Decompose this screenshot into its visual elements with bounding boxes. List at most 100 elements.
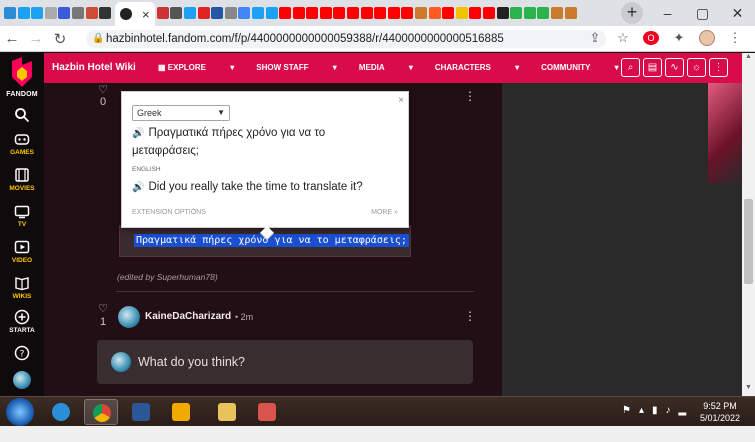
- tab-favicon-icon[interactable]: [537, 7, 550, 19]
- close-window-icon[interactable]: ✕: [720, 0, 755, 26]
- browser-menu-icon[interactable]: ⋮: [727, 30, 743, 46]
- tab-favicon-icon[interactable]: [71, 7, 84, 19]
- tab-favicon-icon[interactable]: [99, 7, 112, 19]
- tab-favicon-icon[interactable]: [347, 7, 360, 19]
- tab-favicon-icon[interactable]: [483, 7, 495, 19]
- tab-favicon-icon[interactable]: [17, 7, 30, 19]
- rail-item-video[interactable]: VIDEO: [0, 239, 44, 264]
- rail-search[interactable]: [0, 107, 44, 123]
- taskbar-paint[interactable]: [250, 399, 284, 425]
- notification-icon[interactable]: ▮: [652, 405, 658, 416]
- tab-favicon-icon[interactable]: [523, 7, 536, 19]
- taskbar-chrome[interactable]: [84, 399, 118, 425]
- rail-item-movies[interactable]: MOVIES: [0, 167, 44, 192]
- reply-more-options-icon[interactable]: ⋮: [464, 309, 476, 323]
- tab-favicon-icon[interactable]: [251, 7, 264, 19]
- theme-toggle-icon[interactable]: ☼: [687, 58, 706, 77]
- share-icon[interactable]: ⇪: [587, 30, 603, 46]
- url-field[interactable]: 🔒 hazbinhotel.fandom.com/f/p/44000000000…: [86, 30, 606, 48]
- nav-community[interactable]: COMMUNITY ▾: [541, 63, 619, 72]
- volume-icon[interactable]: ♪: [666, 405, 671, 416]
- taskbar-media-player[interactable]: [164, 399, 198, 425]
- extension-options-link[interactable]: EXTENSION OPTIONS: [132, 209, 206, 216]
- profile-avatar[interactable]: [699, 30, 715, 46]
- popup-close-icon[interactable]: ×: [398, 95, 404, 106]
- tab-favicon-icon[interactable]: [31, 7, 44, 19]
- wiki-search-icon[interactable]: ⌕: [621, 58, 640, 77]
- new-tab-button[interactable]: +: [621, 2, 643, 24]
- forward-icon[interactable]: →: [24, 30, 48, 47]
- tab-favicon-icon[interactable]: [85, 7, 98, 19]
- rail-item-start-a-wiki[interactable]: STARTA: [0, 309, 44, 334]
- tab-favicon-icon[interactable]: [387, 7, 400, 19]
- tab-favicon-icon[interactable]: [170, 7, 183, 19]
- taskbar-explorer[interactable]: [210, 399, 244, 425]
- network-icon[interactable]: ▂: [679, 405, 687, 416]
- tab-favicon-icon[interactable]: [306, 7, 319, 19]
- show-hidden-icons-icon[interactable]: ▴: [639, 405, 644, 416]
- tab-favicon-icon[interactable]: [442, 7, 455, 19]
- speaker-icon[interactable]: 🔊: [132, 128, 144, 139]
- tab-favicon-icon[interactable]: [469, 7, 482, 19]
- scroll-down-icon[interactable]: ▼: [742, 384, 755, 396]
- more-link[interactable]: MORE »: [371, 209, 398, 216]
- back-icon[interactable]: ←: [0, 30, 24, 47]
- reply-author-avatar[interactable]: [118, 306, 140, 328]
- tab-favicon-icon[interactable]: [510, 7, 523, 19]
- tab-favicon-icon[interactable]: [224, 7, 237, 19]
- tab-favicon-icon[interactable]: [401, 7, 414, 19]
- target-language-select[interactable]: Greek ▼: [132, 105, 230, 121]
- tab-favicon-icon[interactable]: [564, 7, 577, 19]
- tab-favicon-icon[interactable]: [183, 7, 196, 19]
- tab-favicon-icon[interactable]: [197, 7, 210, 19]
- reload-icon[interactable]: ↻: [48, 30, 72, 48]
- rail-item-games[interactable]: GAMES: [0, 131, 44, 156]
- rail-user-avatar[interactable]: [0, 371, 44, 389]
- tab-favicon-icon[interactable]: [550, 7, 563, 19]
- flag-icon[interactable]: ⚑: [622, 405, 631, 416]
- tab-favicon-icon[interactable]: [279, 7, 292, 19]
- tab-favicon-icon[interactable]: [211, 7, 224, 19]
- tab-favicon-icon[interactable]: [319, 7, 332, 19]
- tab-favicon-icon[interactable]: [374, 7, 387, 19]
- start-button[interactable]: [6, 398, 34, 426]
- reply-author-name[interactable]: KaineDaCharizard: [145, 311, 231, 322]
- post-more-options-icon[interactable]: ⋮: [464, 89, 476, 103]
- taskbar-word[interactable]: [124, 399, 158, 425]
- scroll-up-icon[interactable]: ▲: [742, 53, 755, 65]
- extensions-puzzle-icon[interactable]: ✦: [671, 30, 687, 46]
- reply-compose-box[interactable]: What do you think?: [97, 340, 473, 384]
- nav-characters[interactable]: CHARACTERS ▾: [435, 63, 519, 72]
- nav-show-staff[interactable]: SHOW STAFF ▾: [256, 63, 337, 72]
- tab-favicon-icon[interactable]: [44, 7, 57, 19]
- rail-item-tv[interactable]: TV: [0, 203, 44, 228]
- rail-help[interactable]: ?: [0, 345, 44, 361]
- tab-favicon-icon[interactable]: [360, 7, 373, 19]
- wiki-activity-icon[interactable]: ∿: [665, 58, 684, 77]
- tab-favicon-icon[interactable]: [333, 7, 346, 19]
- maximize-icon[interactable]: ▢: [685, 0, 720, 26]
- tab-favicon-icon[interactable]: [4, 7, 16, 19]
- rail-item-wikis[interactable]: WIKIS: [0, 275, 44, 300]
- fandom-logo-icon[interactable]: [8, 57, 36, 87]
- nav-media[interactable]: MEDIA ▾: [359, 63, 413, 72]
- tab-favicon-icon[interactable]: [455, 7, 468, 19]
- tab-favicon-icon[interactable]: [496, 7, 509, 19]
- tab-favicon-icon[interactable]: [238, 7, 251, 19]
- selected-text[interactable]: Πραγματικά πήρες χρόνο για να το μεταφρά…: [134, 234, 409, 247]
- wiki-more-icon[interactable]: ⋮: [709, 58, 728, 77]
- wiki-title[interactable]: Hazbin Hotel Wiki: [52, 62, 136, 73]
- bookmark-star-icon[interactable]: ☆: [615, 30, 631, 46]
- close-tab-icon[interactable]: ×: [142, 7, 150, 22]
- post-like-button[interactable]: ♡ 0: [96, 83, 110, 108]
- scrollbar-thumb[interactable]: [744, 199, 753, 284]
- tab-favicon-icon[interactable]: [415, 7, 428, 19]
- tab-favicon-icon[interactable]: [156, 7, 169, 19]
- tab-favicon-icon[interactable]: [292, 7, 305, 19]
- wiki-contents-icon[interactable]: ▤: [643, 58, 662, 77]
- nav-explore[interactable]: ▦ EXPLORE ▾: [158, 63, 234, 72]
- speaker-icon[interactable]: 🔊: [132, 182, 144, 193]
- opera-extension-icon[interactable]: O: [643, 31, 659, 45]
- tab-favicon-icon[interactable]: [265, 7, 278, 19]
- tab-favicon-icon[interactable]: [58, 7, 71, 19]
